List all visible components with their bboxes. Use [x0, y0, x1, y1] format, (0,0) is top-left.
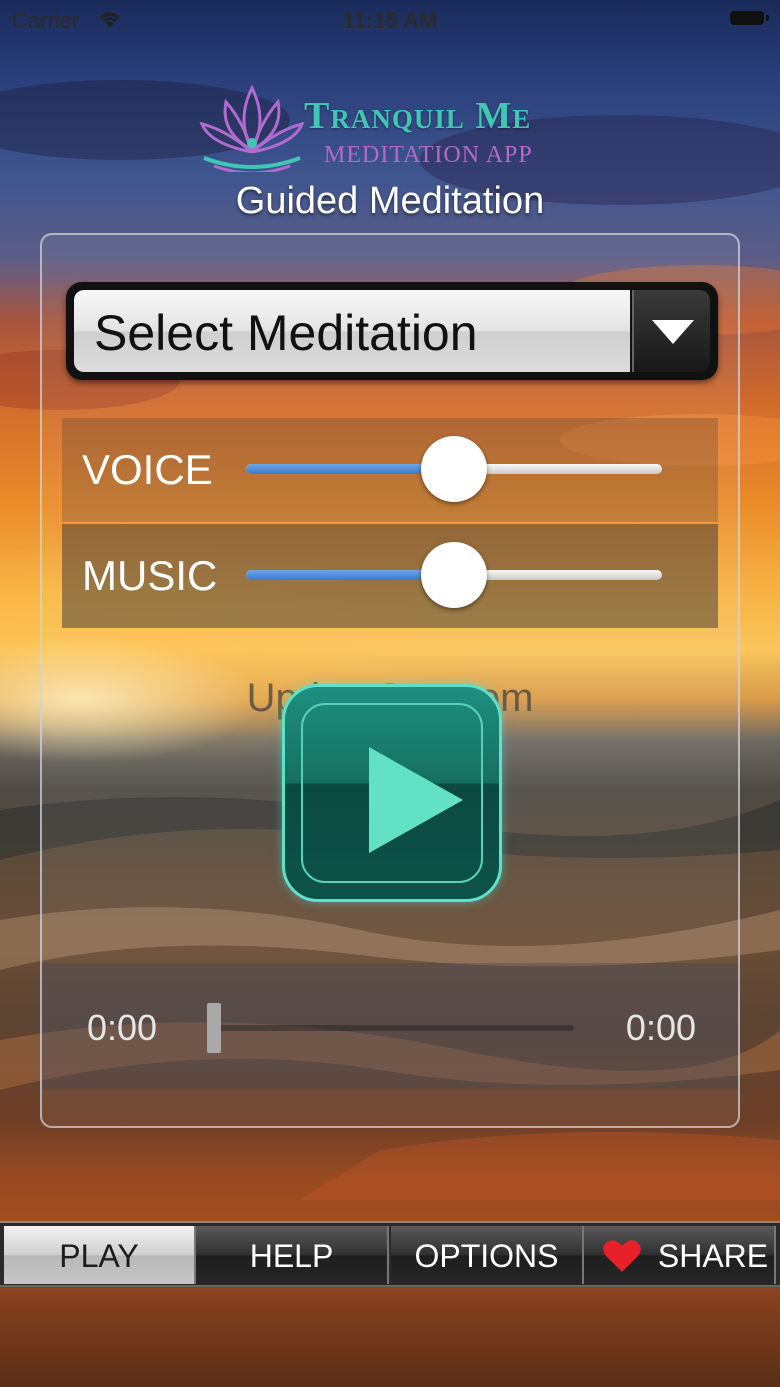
- play-icon: [369, 747, 463, 853]
- dropdown-arrow-icon: [652, 320, 694, 344]
- app-logo: Tranquil Me MEDITATION APP: [196, 78, 596, 178]
- battery-icon: [730, 11, 769, 25]
- meditation-select[interactable]: Select Meditation: [66, 282, 718, 380]
- music-volume-row: MUSIC: [62, 524, 718, 628]
- playback-progress: 0:00 0:00: [42, 963, 738, 1089]
- remaining-time: 0:00: [625, 1007, 696, 1048]
- voice-slider-thumb[interactable]: [421, 436, 487, 502]
- clock: 11:15 AM: [342, 8, 438, 33]
- status-bar: Carrier 11:15 AM: [0, 0, 780, 40]
- elapsed-time: 0:00: [87, 1007, 158, 1048]
- app-screen: Carrier 11:15 AM Tranquil Me MEDITATION …: [0, 0, 780, 1387]
- progress-handle[interactable]: [207, 1003, 221, 1053]
- voice-volume-row: VOICE: [62, 418, 718, 522]
- select-label: Select Meditation: [94, 305, 478, 361]
- tab-share[interactable]: SHARE: [584, 1226, 776, 1284]
- progress-track[interactable]: [214, 1025, 574, 1031]
- tab-options[interactable]: OPTIONS: [391, 1226, 584, 1284]
- tab-help[interactable]: HELP: [196, 1226, 389, 1284]
- tab-play[interactable]: PLAY: [4, 1226, 196, 1284]
- play-button-inner: [301, 703, 483, 883]
- voice-label: VOICE: [82, 446, 213, 493]
- logo-subtitle: MEDITATION APP: [324, 142, 533, 168]
- logo-title: Tranquil Me: [304, 95, 532, 137]
- play-button[interactable]: [282, 684, 502, 902]
- music-slider[interactable]: [246, 542, 662, 608]
- tab-options-label: OPTIONS: [414, 1238, 559, 1274]
- tab-share-label: SHARE: [657, 1238, 769, 1274]
- tab-bar: PLAY HELP OPTIONS SHARE: [0, 1221, 780, 1287]
- tab-help-label: HELP: [249, 1238, 334, 1274]
- tab-play-label: PLAY: [59, 1238, 139, 1274]
- voice-slider[interactable]: [246, 436, 662, 502]
- select-field[interactable]: Select Meditation: [74, 290, 630, 372]
- music-label: MUSIC: [82, 552, 218, 599]
- music-slider-thumb[interactable]: [421, 542, 487, 608]
- lotus-icon: [199, 84, 305, 172]
- dropdown-button[interactable]: [632, 290, 710, 372]
- page-title: Guided Meditation: [235, 180, 545, 222]
